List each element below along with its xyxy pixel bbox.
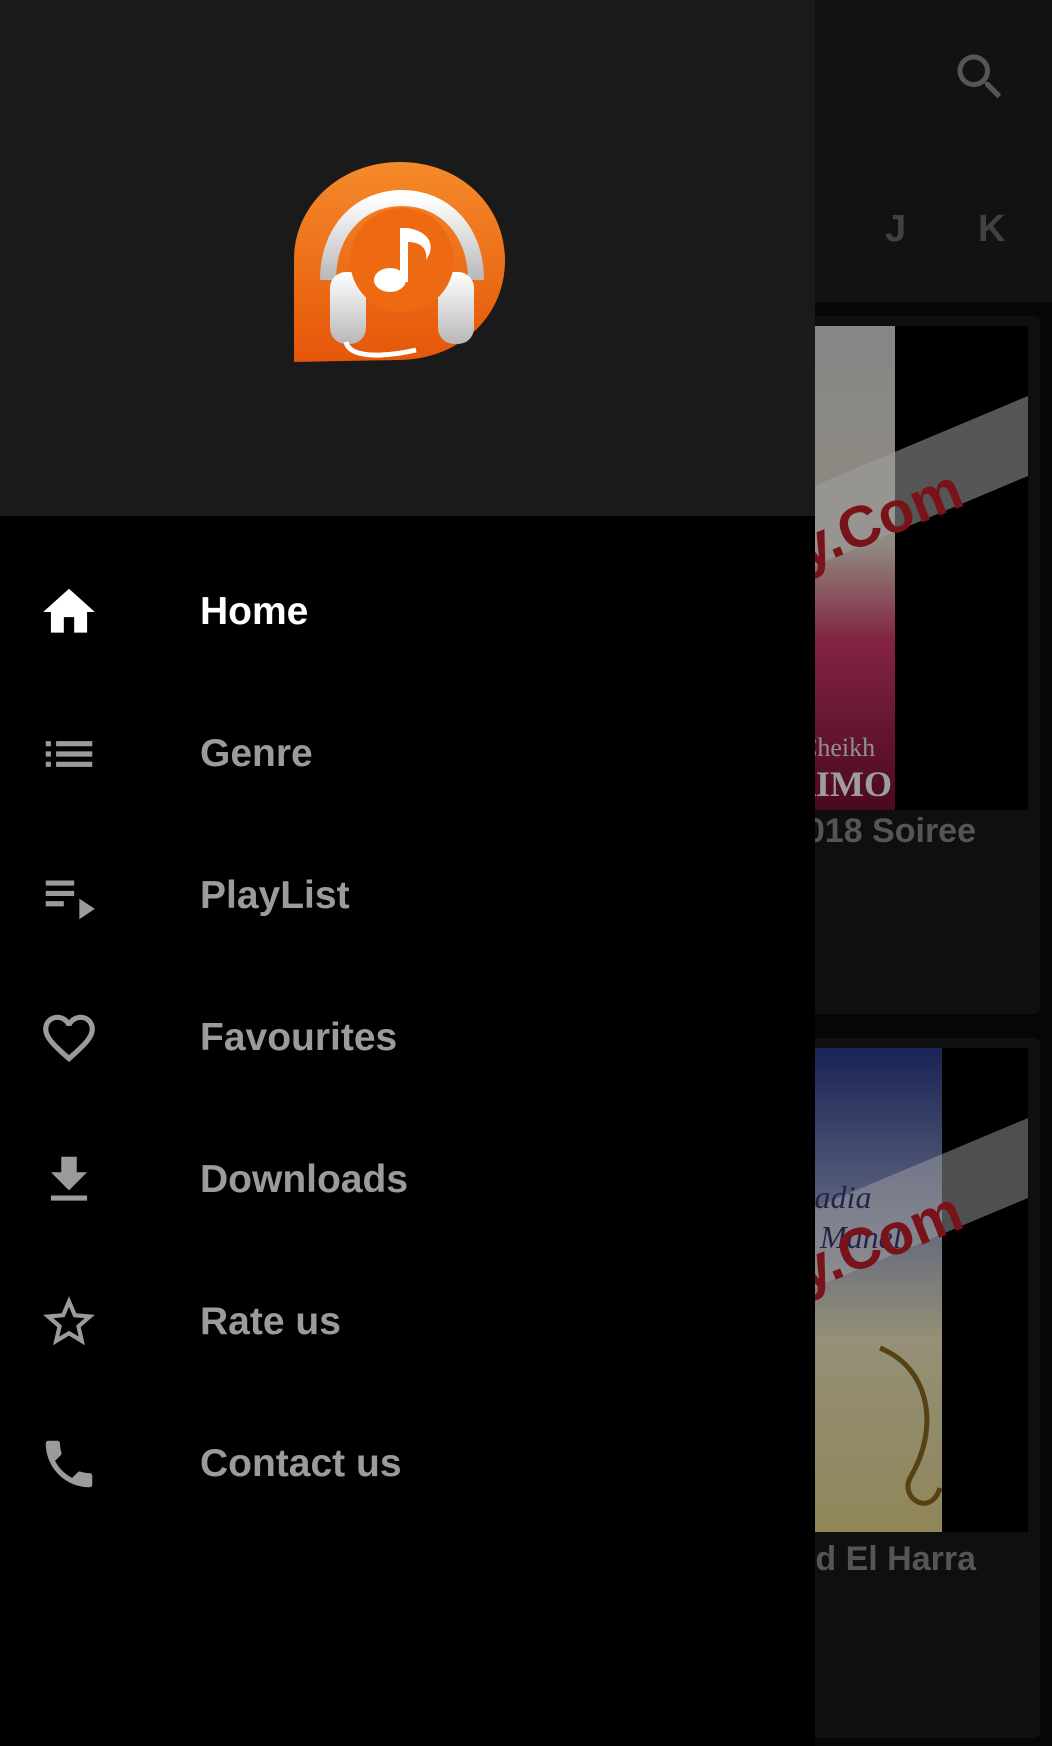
menu-item-favourites[interactable]: Favourites	[0, 967, 815, 1109]
download-icon	[38, 1149, 100, 1211]
phone-icon	[38, 1433, 100, 1495]
navigation-drawer: Home Genre PlayList Favourites Downloads…	[0, 0, 815, 1746]
star-icon	[38, 1291, 100, 1353]
heart-icon	[38, 1007, 100, 1069]
playlist-icon	[38, 865, 100, 927]
menu-label: Contact us	[200, 1442, 402, 1485]
menu-item-rate-us[interactable]: Rate us	[0, 1251, 815, 1393]
menu-label: Downloads	[200, 1158, 409, 1201]
menu-item-genre[interactable]: Genre	[0, 683, 815, 825]
menu-item-contact-us[interactable]: Contact us	[0, 1393, 815, 1535]
home-icon	[38, 581, 100, 643]
menu-item-home[interactable]: Home	[0, 541, 815, 683]
menu-label: Favourites	[200, 1016, 398, 1059]
music-headphones-logo	[294, 162, 505, 362]
drawer-header	[0, 0, 815, 516]
menu-label: Home	[200, 590, 309, 633]
menu-label: Rate us	[200, 1300, 341, 1343]
list-icon	[38, 723, 100, 785]
menu-item-downloads[interactable]: Downloads	[0, 1109, 815, 1251]
menu-label: PlayList	[200, 874, 350, 917]
menu-label: Genre	[200, 732, 313, 775]
menu-item-playlist[interactable]: PlayList	[0, 825, 815, 967]
drawer-scrim[interactable]	[815, 0, 1052, 1746]
